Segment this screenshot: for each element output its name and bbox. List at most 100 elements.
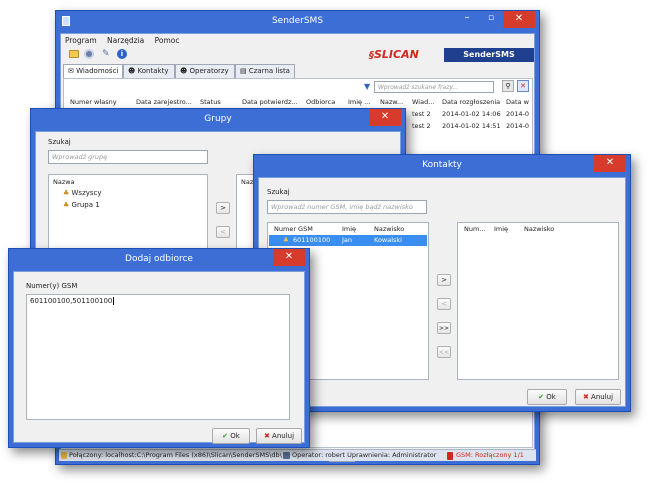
kontakty-add-all-button[interactable]: >> xyxy=(437,322,451,334)
kontakty-title: Kontakty xyxy=(422,160,462,170)
cancel-icon: ✖ xyxy=(263,432,270,440)
minimize-icon[interactable]: – xyxy=(455,11,479,28)
kontakty-right-col-imie[interactable]: Imię xyxy=(494,225,508,233)
dodaj-close-button[interactable]: ✕ xyxy=(273,249,305,266)
grupy-add-button[interactable]: > xyxy=(216,202,230,214)
tab-operatorzy[interactable]: ☻ Operatorzy xyxy=(175,64,235,78)
operator-status-icon xyxy=(283,452,290,459)
kontakty-col-gsm[interactable]: Numer GSM xyxy=(274,225,313,233)
col-nazwisko[interactable]: Nazw... xyxy=(380,98,403,106)
cell-nazwisko: Kowalski xyxy=(374,236,402,244)
maximize-icon[interactable]: ▫ xyxy=(479,11,503,28)
gsm-icon xyxy=(447,452,453,460)
folder-icon[interactable] xyxy=(69,50,79,58)
kontakty-right-col-nazwisko[interactable]: Nazwisko xyxy=(524,225,554,233)
col-numer-wlasny[interactable]: Numer własny xyxy=(70,98,117,106)
dodaj-title: Dodaj odbiorce xyxy=(125,254,193,264)
col-odbiorca[interactable]: Odbiorca xyxy=(306,98,335,106)
col-data-potwierdzenia[interactable]: Data potwierdz... xyxy=(242,98,298,106)
kontakty-search-input[interactable]: Wprowadź numer GSM, imię bądź nazwisko xyxy=(267,200,427,214)
dodaj-cancel-button[interactable]: ✖ Anuluj xyxy=(256,428,302,444)
menu-bar: Program Narzędzia Pomoc xyxy=(65,36,180,45)
col-imie[interactable]: Imię ... xyxy=(348,98,370,106)
tab-strip: ✉ Wiadomości ☻ Kontakty ☻ Operatorzy ▤ C… xyxy=(63,64,533,78)
grupy-title-bar: Grupy ✕ xyxy=(31,109,405,131)
kontakty-ok-button[interactable]: ✔ Ok xyxy=(527,389,567,405)
grupy-close-button[interactable]: ✕ xyxy=(369,109,401,126)
tab-kontakty[interactable]: ☻ Kontakty xyxy=(123,64,175,78)
table-row[interactable]: ♣ 601100100 Jan Kowalski xyxy=(269,235,427,246)
list-icon: ▤ xyxy=(240,67,249,75)
brand-logo: §SLICAN xyxy=(369,48,419,61)
cell-data-wyslania: 2014-0 xyxy=(506,122,530,130)
operator-icon: ☻ xyxy=(180,67,190,75)
kontakty-selected-list[interactable]: Num... Imię Nazwisko xyxy=(457,222,619,380)
checkmark-icon: ✔ xyxy=(538,393,545,401)
kontakty-close-button[interactable]: ✕ xyxy=(594,155,626,172)
menu-pomoc[interactable]: Pomoc xyxy=(155,36,180,45)
status-operator: Operator: robert Uprawnienia: Administra… xyxy=(292,451,437,459)
kontakty-cancel-button[interactable]: ✖ Anuluj xyxy=(575,389,621,405)
person-icon: ☻ xyxy=(128,67,138,75)
kontakty-add-button[interactable]: > xyxy=(437,274,451,286)
gsm-field-label: Numer(y) GSM xyxy=(26,282,78,290)
col-status[interactable]: Status xyxy=(200,98,221,106)
kontakty-title-bar: Kontakty ✕ xyxy=(254,155,630,177)
list-item[interactable]: ♣ Wszyscy xyxy=(63,189,102,197)
cell-data-rozgloszenia: 2014-01-02 14:51 xyxy=(442,122,501,130)
grupy-title: Grupy xyxy=(204,114,232,124)
main-title: SenderSMS xyxy=(271,16,324,26)
status-connection: Połączony: localhost:C:\Program Files (x… xyxy=(69,451,282,459)
cell-wiadomosc: test 2 xyxy=(412,110,431,118)
envelope-icon: ✉ xyxy=(68,67,77,75)
gear-icon[interactable] xyxy=(84,49,94,59)
group-icon: ♣ xyxy=(63,201,70,209)
brand-product: SenderSMS xyxy=(444,48,534,62)
tab-wiadomosci[interactable]: ✉ Wiadomości xyxy=(63,64,123,78)
grupy-search-input[interactable]: Wprowadź grupę xyxy=(48,150,208,164)
status-gsm: GSM: Rozłączony 1/1 xyxy=(456,451,524,459)
grupy-search-label: Szukaj xyxy=(48,138,71,146)
group-icon: ♣ xyxy=(63,189,70,197)
cancel-icon: ✖ xyxy=(582,393,589,401)
dodaj-ok-button[interactable]: ✔ Ok xyxy=(212,428,250,444)
main-close-button[interactable]: ✕ xyxy=(503,11,535,28)
cell-data-rozgloszenia: 2014-01-02 14:06 xyxy=(442,110,501,118)
checkmark-icon: ✔ xyxy=(222,432,229,440)
cell-wiadomosc: test 2 xyxy=(412,122,431,130)
grupy-remove-button[interactable]: < xyxy=(216,226,230,238)
tab-czarna-lista[interactable]: ▤ Czarna lista xyxy=(235,64,295,78)
clear-search-icon[interactable]: ⚲ xyxy=(502,80,514,92)
menu-narzedzia[interactable]: Narzędzia xyxy=(107,36,144,45)
main-title-bar: SenderSMS – ▫ ✕ xyxy=(56,11,539,33)
status-bar: Połączony: localhost:C:\Program Files (x… xyxy=(59,449,536,461)
kontakty-col-nazwisko[interactable]: Nazwisko xyxy=(374,225,404,233)
database-icon xyxy=(61,452,67,459)
kontakty-right-col-num[interactable]: Num... xyxy=(464,225,486,233)
cell-imie: Jan xyxy=(342,236,353,244)
list-item[interactable]: ♣ Grupa 1 xyxy=(63,201,100,209)
kontakty-client: Szukaj Wprowadź numer GSM, imię bądź naz… xyxy=(258,177,626,407)
info-icon[interactable]: i xyxy=(117,49,127,59)
kontakty-search-label: Szukaj xyxy=(267,188,290,196)
cell-gsm: 601100100 xyxy=(293,236,331,244)
col-data-zarejestrowania[interactable]: Data zarejestro... xyxy=(136,98,192,106)
kontakty-remove-all-button[interactable]: << xyxy=(437,346,451,358)
kontakty-remove-button[interactable]: < xyxy=(437,298,451,310)
messages-header-row: Numer własny Data zarejestro... Status D… xyxy=(64,98,534,108)
col-data-wyslania[interactable]: Data w xyxy=(506,98,529,106)
filter-icon: ▼ xyxy=(364,82,371,91)
toolbar: ✎ i xyxy=(69,49,159,62)
dodaj-odbiorce-dialog: Dodaj odbiorce ✕ Numer(y) GSM 601100100,… xyxy=(8,248,310,448)
wrench-icon[interactable]: ✎ xyxy=(102,49,110,59)
col-wiadomosc[interactable]: Wiad... xyxy=(412,98,434,106)
message-search-input[interactable]: Wprowadź szukane frazy... xyxy=(374,81,494,93)
col-data-rozgloszenia[interactable]: Data rozgłoszenia xyxy=(442,98,500,106)
kontakty-col-imie[interactable]: Imię xyxy=(342,225,356,233)
grupy-col-nazwa[interactable]: Nazwa xyxy=(53,178,75,186)
dodaj-client: Numer(y) GSM 601100100,501100100 ✔ Ok ✖ … xyxy=(13,271,305,444)
export-icon[interactable]: ✕ xyxy=(517,80,529,92)
cell-data-wyslania: 2014-0 xyxy=(506,110,530,118)
gsm-numbers-textarea[interactable]: 601100100,501100100 xyxy=(26,294,290,420)
menu-program[interactable]: Program xyxy=(65,36,97,45)
